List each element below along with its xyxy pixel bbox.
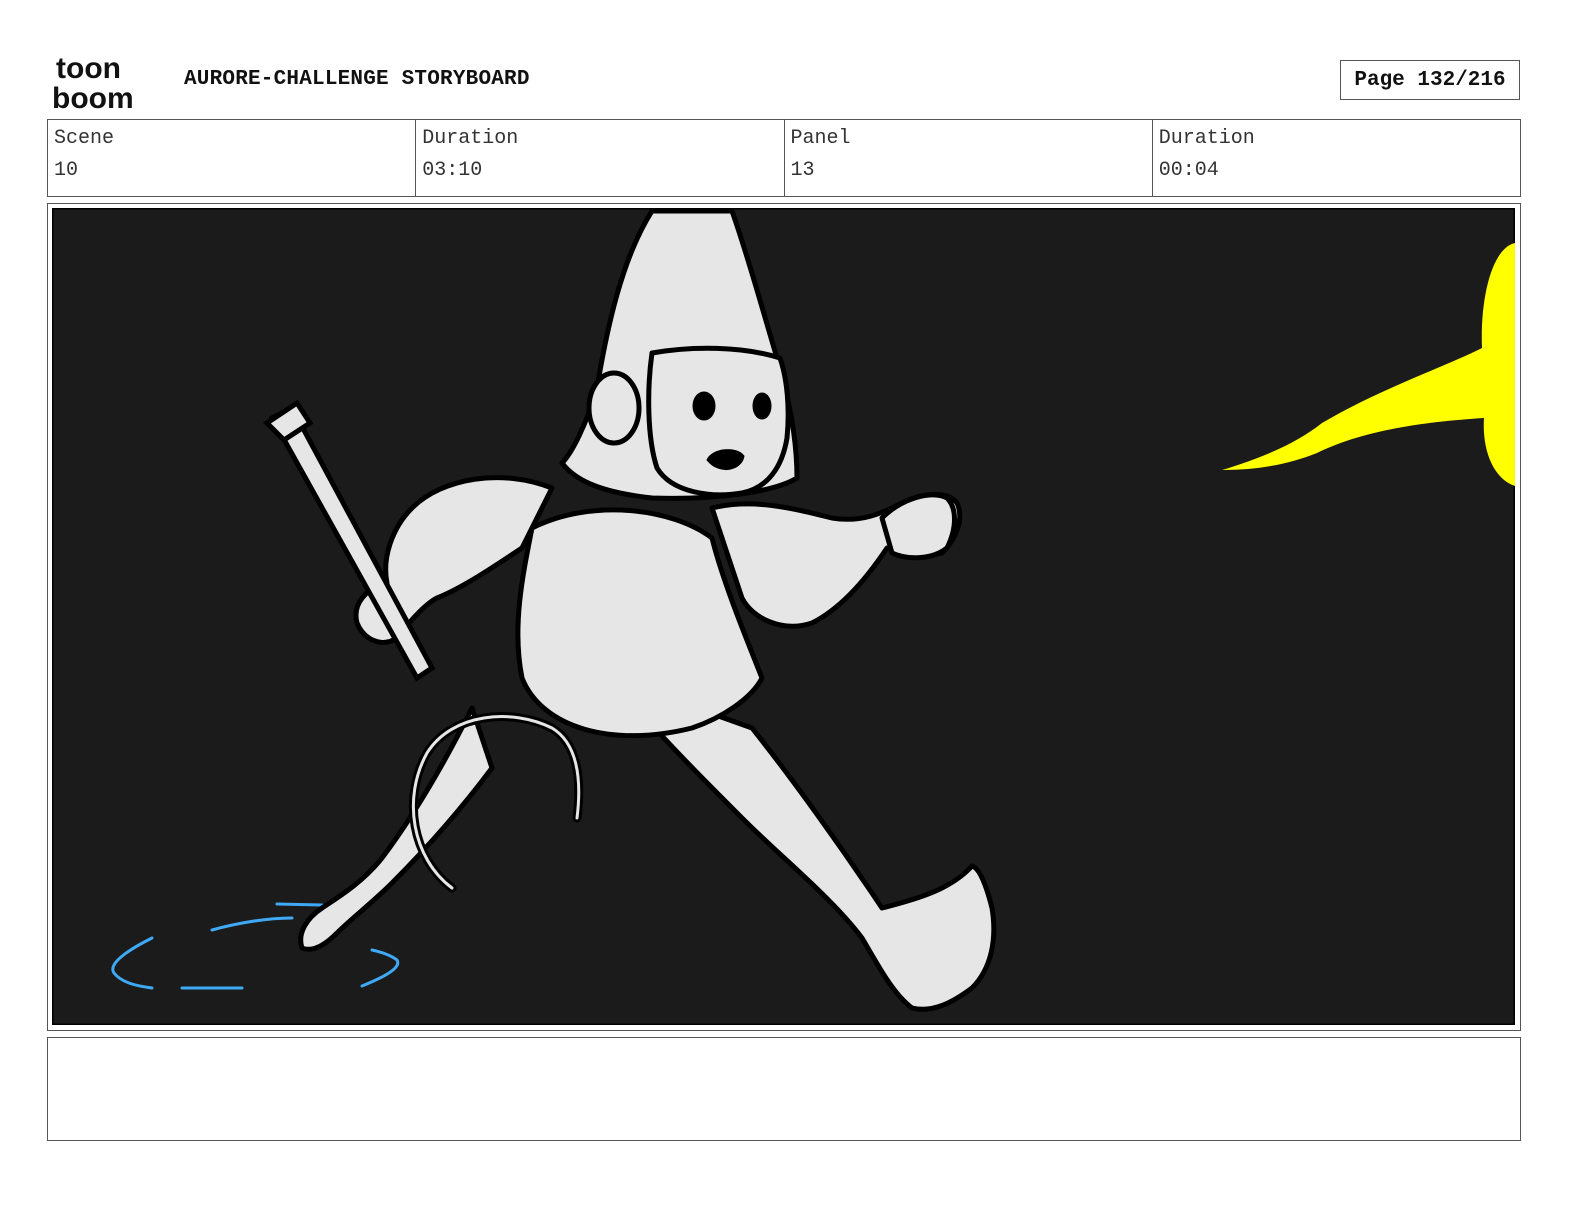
panel-label: Panel xyxy=(790,127,851,150)
left-eye xyxy=(692,391,716,421)
page-indicator: Page 132/216 xyxy=(1340,60,1520,100)
scene-duration-value: 03:10 xyxy=(422,159,483,182)
face xyxy=(646,345,791,498)
panel-notes-box[interactable] xyxy=(47,1037,1521,1141)
panel-drawing xyxy=(52,208,1515,1025)
logo-text-top: toon xyxy=(56,52,121,85)
scene-info-row: Scene 10 Duration 03:10 Panel 13 Duratio… xyxy=(47,119,1521,197)
scene-duration-label: Duration xyxy=(422,127,519,150)
logo-text-bottom: boom xyxy=(52,82,134,112)
scene-label: Scene xyxy=(54,127,115,150)
panel-value: 13 xyxy=(790,159,815,182)
ear-flap xyxy=(586,370,642,446)
panel-frame xyxy=(47,203,1521,1031)
scene-duration-cell: Duration 03:10 xyxy=(416,120,785,196)
right-eye xyxy=(752,392,772,420)
document-title: AURORE-CHALLENGE STORYBOARD xyxy=(184,68,530,91)
panel-duration-cell: Duration 00:04 xyxy=(1153,120,1520,196)
scene-cell: Scene 10 xyxy=(48,120,417,196)
toon-boom-logo: toon boom xyxy=(52,52,134,112)
scene-value: 10 xyxy=(54,159,79,182)
panel-cell: Panel 13 xyxy=(785,120,1153,196)
panel-duration-value: 00:04 xyxy=(1158,159,1219,182)
panel-duration-label: Duration xyxy=(1158,127,1255,150)
